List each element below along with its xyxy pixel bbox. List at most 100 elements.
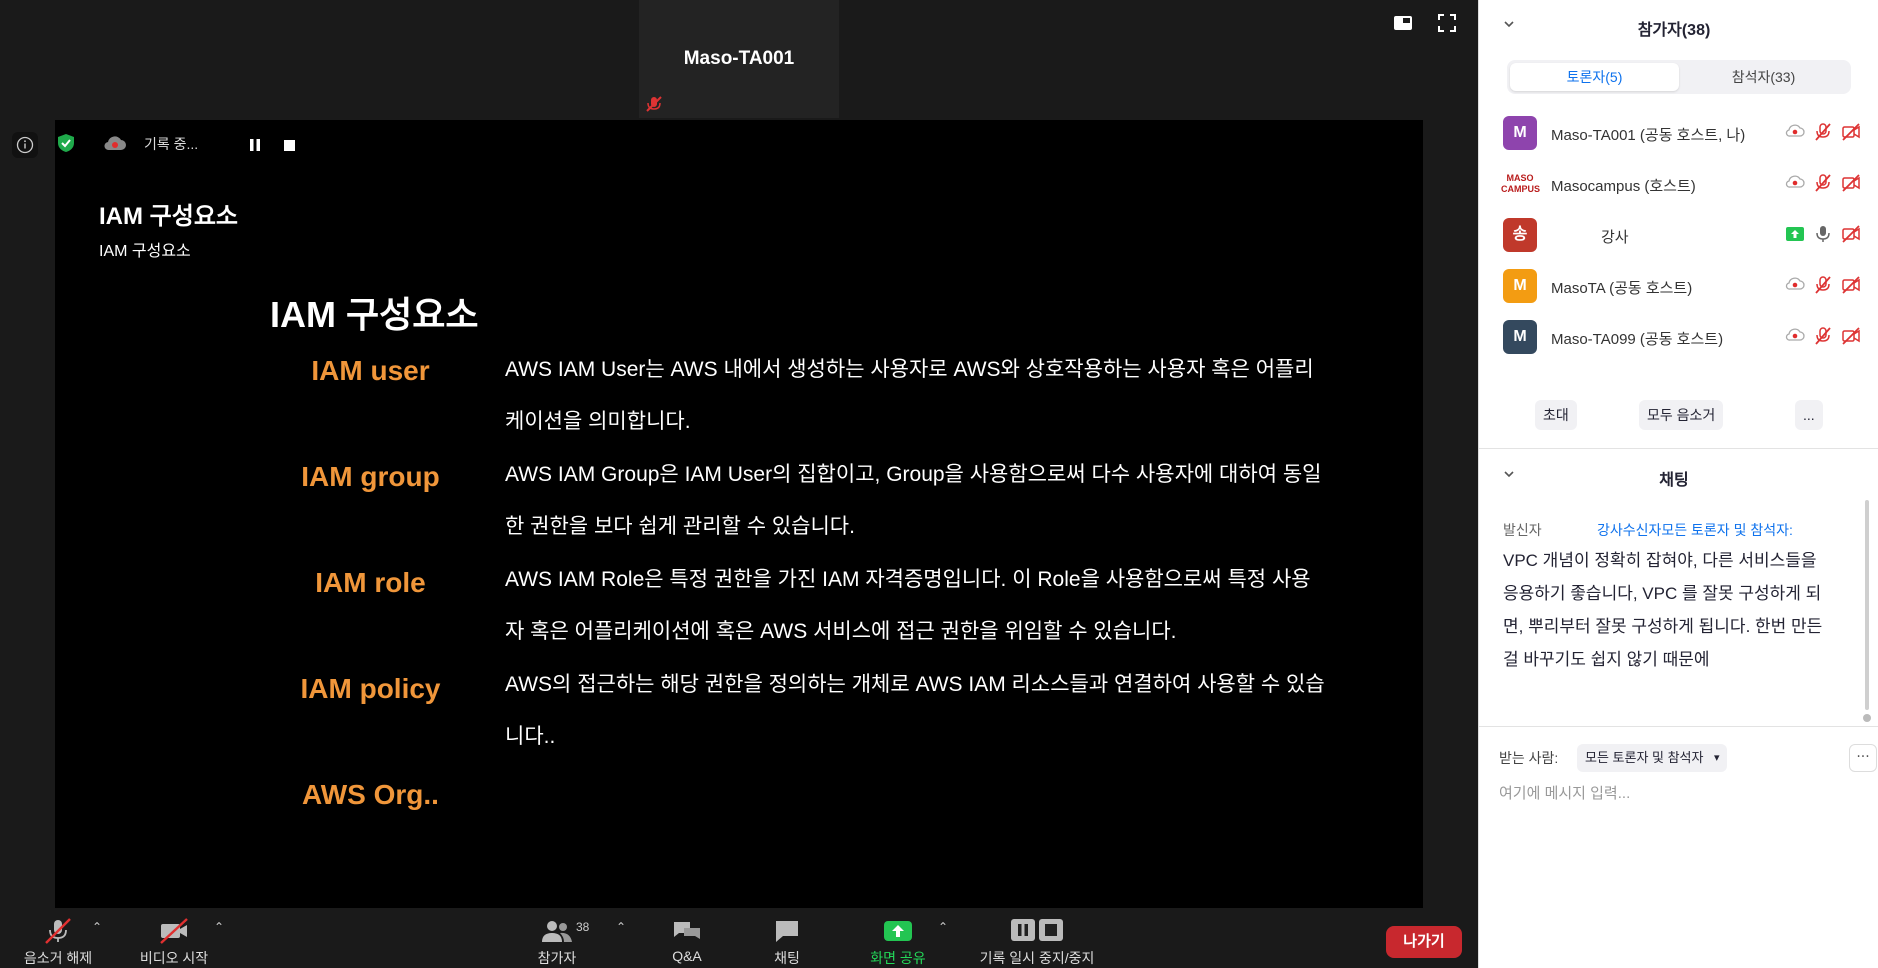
list-item[interactable]: M MasoTA (공동 호스트) xyxy=(1479,261,1869,312)
avatar: MASO CAMPUS xyxy=(1501,167,1540,201)
mic-icon[interactable] xyxy=(1813,224,1833,244)
tab-attendees[interactable]: 참석자(33) xyxy=(1679,63,1848,91)
panelist-list: M Maso-TA001 (공동 호스트, 나) MASO CAMPUS Mas… xyxy=(1479,108,1869,363)
participants-label: 참가자 xyxy=(537,950,577,966)
participant-status-icons xyxy=(1785,173,1861,193)
chat-header: 채팅 xyxy=(1479,462,1869,492)
recipient-label: 받는 사람: xyxy=(1499,750,1559,766)
divider xyxy=(1479,726,1878,727)
desc-iam-user: AWS IAM User는 AWS 내에서 생성하는 사용자로 AWS와 상호작… xyxy=(505,358,1314,433)
chat-title: 채팅 xyxy=(1659,472,1689,489)
slide-subtitle: IAM 구성요소 xyxy=(99,243,191,260)
participant-status-icons xyxy=(1785,122,1861,142)
mute-all-button[interactable]: 모두 음소거 xyxy=(1639,400,1724,430)
video-options-caret-icon[interactable]: ⌃ xyxy=(214,920,224,934)
invite-button[interactable]: 초대 xyxy=(1535,400,1577,430)
video-off-icon[interactable] xyxy=(1841,224,1861,244)
video-off-icon[interactable] xyxy=(1841,173,1861,193)
recording-indicator-icon xyxy=(1785,175,1805,188)
muted-mic-icon xyxy=(646,96,662,112)
cloud-recording-icon xyxy=(104,136,126,151)
leave-button[interactable]: 나가기 xyxy=(1386,926,1462,958)
list-item[interactable]: 송 강사 xyxy=(1479,210,1869,261)
chat-message-meta: 발신자 강사수신자모든 토론자 및 참석자: xyxy=(1503,520,1843,540)
audio-options-caret-icon[interactable]: ⌃ xyxy=(92,920,102,934)
meeting-stage: Maso-TA001 기록 중... IAM 구성요소 IAM 구성요소 IAM… xyxy=(0,0,1476,908)
share-options-caret-icon[interactable]: ⌃ xyxy=(938,920,948,934)
recording-indicator-icon xyxy=(1785,277,1805,290)
info-icon xyxy=(16,136,34,154)
slide-heading: IAM 구성요소 xyxy=(270,294,479,335)
chat-sender-label: 발신자 xyxy=(1503,522,1542,538)
participant-name: Maso-TA099 (공동 호스트) xyxy=(1551,331,1724,348)
recording-indicator-icon xyxy=(1785,328,1805,341)
more-options-button[interactable]: ... xyxy=(1795,400,1823,430)
recording-indicator-icon xyxy=(1785,124,1805,137)
slide-title: IAM 구성요소 xyxy=(99,203,238,230)
term-iam-policy: IAM policy xyxy=(300,673,441,704)
participants-button[interactable]: 참가자 xyxy=(522,908,592,968)
video-off-icon[interactable] xyxy=(1841,275,1861,295)
security-shield-icon[interactable] xyxy=(55,132,77,154)
video-off-icon[interactable] xyxy=(1841,326,1861,346)
start-video-label: 비디오 시작 xyxy=(139,950,209,966)
qa-icon xyxy=(674,922,700,939)
desc-iam-policy: AWS의 접근하는 해당 권한을 정의하는 개체로 AWS IAM 리소스들과 … xyxy=(505,673,1325,748)
chat-button[interactable]: 채팅 xyxy=(752,908,822,968)
desc-iam-role: AWS IAM Role은 특정 권한을 가진 IAM 자격증명입니다. 이 R… xyxy=(505,568,1311,643)
layout-switch-icon[interactable] xyxy=(1392,12,1414,34)
list-item[interactable]: M Maso-TA099 (공동 호스트) xyxy=(1479,312,1869,363)
participant-name: Masocampus (호스트) xyxy=(1551,178,1696,195)
start-video-button[interactable]: 비디오 시작 xyxy=(130,908,218,968)
participants-icon xyxy=(542,921,572,942)
pause-recording-icon[interactable] xyxy=(248,138,262,152)
fullscreen-icon[interactable] xyxy=(1436,12,1458,34)
participants-header: 참가자(38) xyxy=(1479,12,1869,42)
sharing-screen-icon xyxy=(1786,227,1804,241)
pause-stop-recording-button[interactable]: 기록 일시 중지/중지 xyxy=(968,908,1106,968)
term-aws-org: AWS Org.. xyxy=(302,779,439,810)
participants-options-caret-icon[interactable]: ⌃ xyxy=(616,920,626,934)
term-iam-group: IAM group xyxy=(301,461,440,492)
muted-mic-icon[interactable] xyxy=(1813,326,1833,346)
meeting-info-button[interactable] xyxy=(12,132,38,158)
muted-mic-icon[interactable] xyxy=(1813,173,1833,193)
chat-recipient-info: 강사수신자모든 토론자 및 참석자: xyxy=(1597,522,1793,538)
avatar: M xyxy=(1503,320,1537,354)
participant-name: 강사 xyxy=(1601,229,1629,246)
participant-tabs: 토론자(5) 참석자(33) xyxy=(1507,60,1851,94)
avatar: 송 xyxy=(1503,218,1537,252)
side-panel: 참가자(38) 토론자(5) 참석자(33) M Maso-TA001 (공동 … xyxy=(1478,0,1878,968)
participant-name: Maso-TA001 (공동 호스트, 나) xyxy=(1551,127,1746,144)
share-screen-icon xyxy=(884,921,912,941)
avatar: M xyxy=(1503,269,1537,303)
view-controls xyxy=(1392,12,1476,34)
chat-scrollbar[interactable] xyxy=(1865,500,1869,710)
term-iam-user: IAM user xyxy=(311,355,430,386)
recording-controls-icon xyxy=(1011,919,1063,941)
muted-mic-icon[interactable] xyxy=(1813,275,1833,295)
chat-label: 채팅 xyxy=(774,950,800,966)
muted-mic-icon[interactable] xyxy=(1813,122,1833,142)
active-speaker-tile[interactable]: Maso-TA001 xyxy=(639,0,839,118)
video-off-icon xyxy=(160,918,188,944)
meeting-toolbar: 음소거 해제 ⌃ 비디오 시작 ⌃ 참가자 38 ⌃ Q&A 채팅 화면 공유 … xyxy=(0,908,1476,968)
video-off-icon[interactable] xyxy=(1841,122,1861,142)
recipient-select[interactable]: 모든 토론자 및 참석자 ▾ xyxy=(1577,744,1728,772)
participants-count: 38 xyxy=(576,920,590,934)
share-screen-button[interactable]: 화면 공유 xyxy=(858,908,938,968)
participant-actions: 초대 모두 음소거 ... xyxy=(1479,400,1869,430)
list-item[interactable]: MASO CAMPUS Masocampus (호스트) xyxy=(1479,159,1869,210)
chat-message-input[interactable] xyxy=(1499,778,1859,808)
zoom-webinar-window: Maso-TA001 기록 중... IAM 구성요소 IAM 구성요소 IAM… xyxy=(0,0,1878,968)
chat-message-text: VPC 개념이 정확히 잡혀야, 다른 서비스들을 응용하기 좋습니다, VPC… xyxy=(1503,551,1823,669)
unmute-label: 음소거 해제 xyxy=(23,950,93,966)
unmute-button[interactable]: 음소거 해제 xyxy=(14,908,102,968)
list-item[interactable]: M Maso-TA001 (공동 호스트, 나) xyxy=(1479,108,1869,159)
speaker-name: Maso-TA001 xyxy=(683,48,795,69)
qa-button[interactable]: Q&A xyxy=(652,908,722,968)
stop-recording-icon[interactable] xyxy=(284,140,295,151)
desc-iam-group: AWS IAM Group은 IAM User의 집합이고, Group을 사용… xyxy=(505,463,1322,538)
chat-more-button[interactable]: ··· xyxy=(1849,744,1877,772)
tab-panelists[interactable]: 토론자(5) xyxy=(1510,63,1679,91)
